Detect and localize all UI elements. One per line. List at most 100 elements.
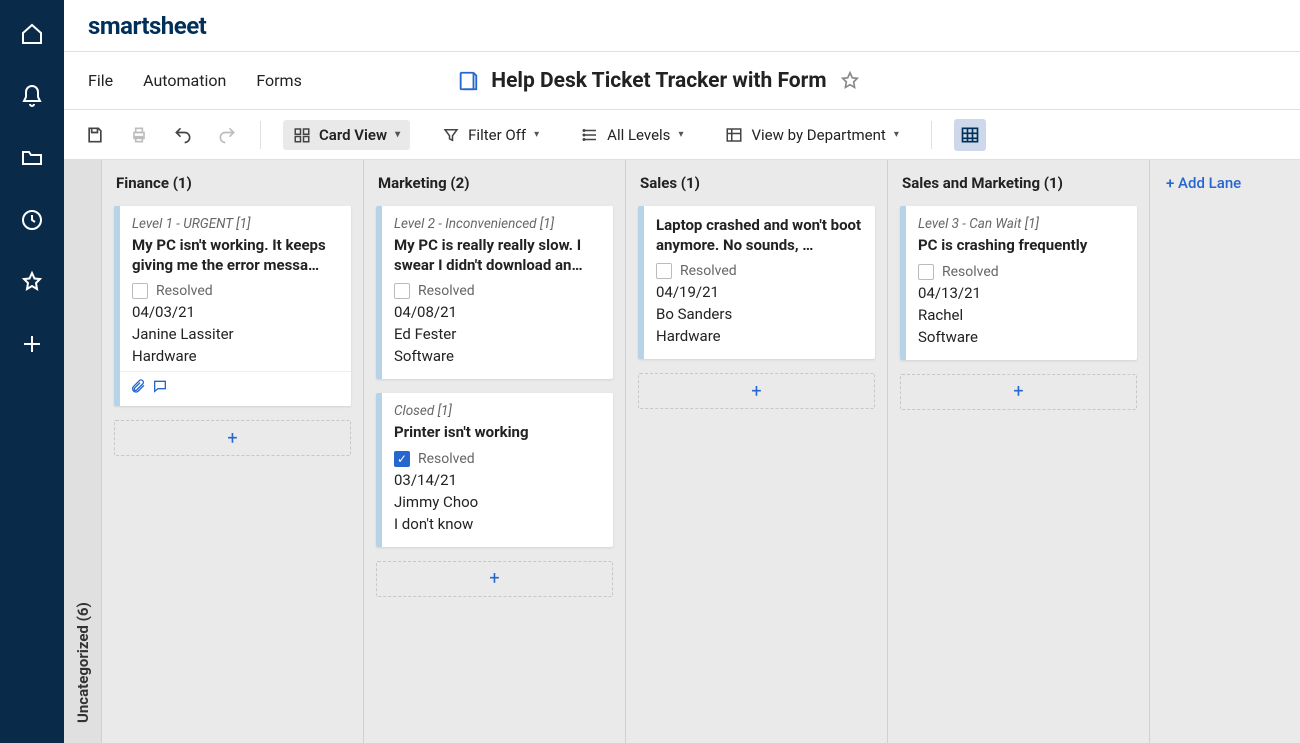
card-level: Level 2 - Inconvenienced [1] — [394, 216, 601, 232]
caret-icon: ▾ — [678, 129, 683, 140]
grid-toggle-button[interactable] — [954, 119, 986, 151]
levels-button[interactable]: All Levels ▾ — [571, 120, 693, 150]
lane-header[interactable]: Marketing (2) — [376, 174, 613, 192]
card-date: 04/08/21 — [394, 301, 601, 323]
card-level: Level 1 - URGENT [1] — [132, 216, 339, 232]
add-icon[interactable] — [18, 330, 46, 358]
separator — [260, 121, 261, 149]
card-title: Printer isn't working — [394, 423, 601, 443]
collapsed-lane-label: Uncategorized (6) — [74, 180, 92, 723]
card[interactable]: Level 3 - Can Wait [1] PC is crashing fre… — [900, 206, 1137, 360]
card-level: Closed [1] — [394, 403, 601, 419]
view-by-label: View by Department — [751, 126, 885, 144]
card-date: 03/14/21 — [394, 469, 601, 491]
levels-icon — [581, 126, 599, 144]
card-category: Software — [918, 326, 1125, 348]
favorites-icon[interactable] — [18, 268, 46, 296]
add-card-button[interactable]: + — [114, 420, 351, 456]
lane-header[interactable]: Finance (1) — [114, 174, 351, 192]
card-person: Rachel — [918, 304, 1125, 326]
lane: Finance (1) Level 1 - URGENT [1] My PC isn… — [102, 160, 364, 743]
menu-automation[interactable]: Automation — [143, 71, 226, 90]
card[interactable]: Level 1 - URGENT [1] My PC isn't working.… — [114, 206, 351, 406]
page-title: Help Desk Ticket Tracker with Form — [491, 69, 826, 93]
lane-header[interactable]: Sales (1) — [638, 174, 875, 192]
lane-header[interactable]: Sales and Marketing (1) — [900, 174, 1137, 192]
save-icon[interactable] — [84, 124, 106, 146]
card-footer — [120, 371, 351, 398]
card-date: 04/13/21 — [918, 282, 1125, 304]
resolved-checkbox[interactable] — [918, 264, 934, 280]
separator — [931, 121, 932, 149]
resolved-label: Resolved — [942, 264, 999, 280]
card-category: I don't know — [394, 513, 601, 535]
card-person: Janine Lassiter — [132, 323, 339, 345]
add-lane-button[interactable]: + Add Lane — [1166, 174, 1241, 192]
resolved-checkbox[interactable] — [394, 283, 410, 299]
card-title: PC is crashing frequently — [918, 236, 1125, 256]
caret-icon: ▾ — [395, 129, 400, 140]
resolved-label: Resolved — [156, 283, 213, 299]
logo: smartsheet — [88, 12, 206, 40]
card-date: 04/03/21 — [132, 301, 339, 323]
levels-label: All Levels — [607, 126, 670, 144]
card-person: Bo Sanders — [656, 303, 863, 325]
resolved-row: Resolved — [394, 449, 601, 469]
caret-icon: ▾ — [534, 129, 539, 140]
card[interactable]: Closed [1] Printer isn't working Resolved 0… — [376, 393, 613, 547]
card[interactable]: Level 2 - Inconvenienced [1] My PC is rea… — [376, 206, 613, 379]
collapsed-lane-uncategorized[interactable]: Uncategorized (6) — [64, 160, 102, 743]
caret-icon: ▾ — [894, 129, 899, 140]
card-date: 04/19/21 — [656, 281, 863, 303]
resolved-checkbox[interactable] — [132, 283, 148, 299]
lane: Sales and Marketing (1) Level 3 - Can Wai… — [888, 160, 1150, 743]
add-card-button[interactable]: + — [638, 373, 875, 409]
notifications-icon[interactable] — [18, 82, 46, 110]
resolved-label: Resolved — [680, 263, 737, 279]
undo-icon[interactable] — [172, 124, 194, 146]
resolved-row: Resolved — [132, 281, 339, 301]
menu-forms[interactable]: Forms — [256, 71, 302, 90]
view-by-icon — [725, 126, 743, 144]
folder-icon[interactable] — [18, 144, 46, 172]
add-card-button[interactable]: + — [376, 561, 613, 597]
menu-file[interactable]: File — [88, 71, 113, 90]
card-view-icon — [293, 126, 311, 144]
star-icon[interactable] — [839, 70, 861, 92]
card-title: Laptop crashed and won't boot anymore. N… — [656, 216, 863, 255]
card-title: My PC is really really slow. I swear I d… — [394, 236, 601, 275]
resolved-label: Resolved — [418, 283, 475, 299]
add-card-button[interactable]: + — [900, 374, 1137, 410]
resolved-label: Resolved — [418, 451, 475, 467]
filter-label: Filter Off — [468, 126, 526, 144]
left-rail — [0, 0, 64, 743]
card-title: My PC isn't working. It keeps giving me … — [132, 236, 339, 275]
menu-row: File Automation Forms Help Desk Ticket T… — [64, 52, 1300, 110]
card-category: Hardware — [656, 325, 863, 347]
card[interactable]: Laptop crashed and won't boot anymore. N… — [638, 206, 875, 359]
resolved-row: Resolved — [656, 261, 863, 281]
recents-icon[interactable] — [18, 206, 46, 234]
resolved-row: Resolved — [918, 262, 1125, 282]
filter-button[interactable]: Filter Off ▾ — [432, 120, 549, 150]
card-view-button[interactable]: Card View ▾ — [283, 120, 410, 150]
print-icon[interactable] — [128, 124, 150, 146]
comment-icon[interactable] — [152, 378, 168, 398]
resolved-row: Resolved — [394, 281, 601, 301]
card-level: Level 3 - Can Wait [1] — [918, 216, 1125, 232]
toolbar: Card View ▾ Filter Off ▾ All Levels ▾ — [64, 110, 1300, 160]
resolved-checkbox[interactable] — [394, 451, 410, 467]
card-person: Jimmy Choo — [394, 491, 601, 513]
redo-icon[interactable] — [216, 124, 238, 146]
card-person: Ed Fester — [394, 323, 601, 345]
resolved-checkbox[interactable] — [656, 263, 672, 279]
attachment-icon[interactable] — [130, 378, 146, 398]
card-view-label: Card View — [319, 126, 387, 144]
board: Uncategorized (6) Finance (1) Level 1 - U… — [64, 160, 1300, 743]
filter-icon — [442, 126, 460, 144]
view-by-button[interactable]: View by Department ▾ — [715, 120, 908, 150]
lane: Sales (1) Laptop crashed and won't boot a… — [626, 160, 888, 743]
logo-row: smartsheet — [64, 0, 1300, 52]
home-icon[interactable] — [18, 20, 46, 48]
sheet-icon — [457, 70, 479, 92]
